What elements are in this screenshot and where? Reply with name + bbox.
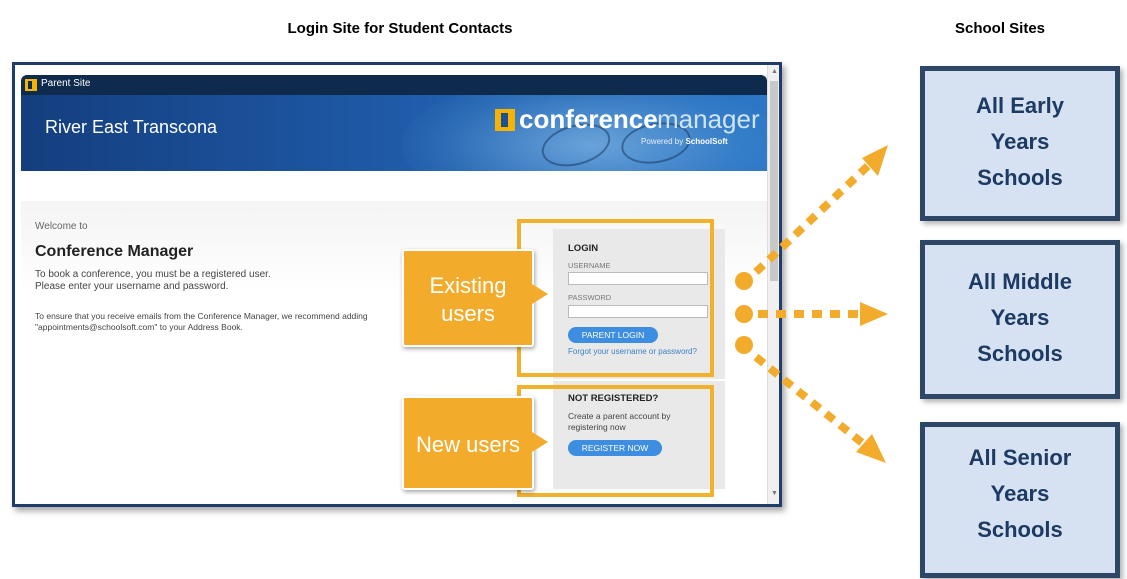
school-label: All Senior [968, 445, 1072, 470]
school-label: Schools [977, 517, 1063, 542]
arrow-origin-dot [735, 305, 753, 323]
arrowhead-middle [860, 302, 888, 326]
early-years-schools-box[interactable]: All Early Years Schools [920, 66, 1120, 221]
middle-years-schools-box[interactable]: All Middle Years Schools [920, 240, 1120, 399]
instruction-graphic: Login Site for Student Contacts School S… [0, 0, 1127, 579]
school-label: Years [990, 481, 1050, 506]
school-label: Years [990, 129, 1050, 154]
school-label: Schools [977, 341, 1063, 366]
arrow-origin-dot [735, 272, 753, 290]
arrow-to-early [753, 159, 875, 275]
school-label: All Middle [968, 269, 1072, 294]
arrow-origin-dot [735, 336, 753, 354]
school-label: All Early [975, 93, 1065, 118]
senior-years-schools-box[interactable]: All Senior Years Schools [920, 422, 1120, 578]
school-label: Years [990, 305, 1050, 330]
arrow-to-senior [753, 353, 869, 450]
school-label: Schools [977, 165, 1063, 190]
